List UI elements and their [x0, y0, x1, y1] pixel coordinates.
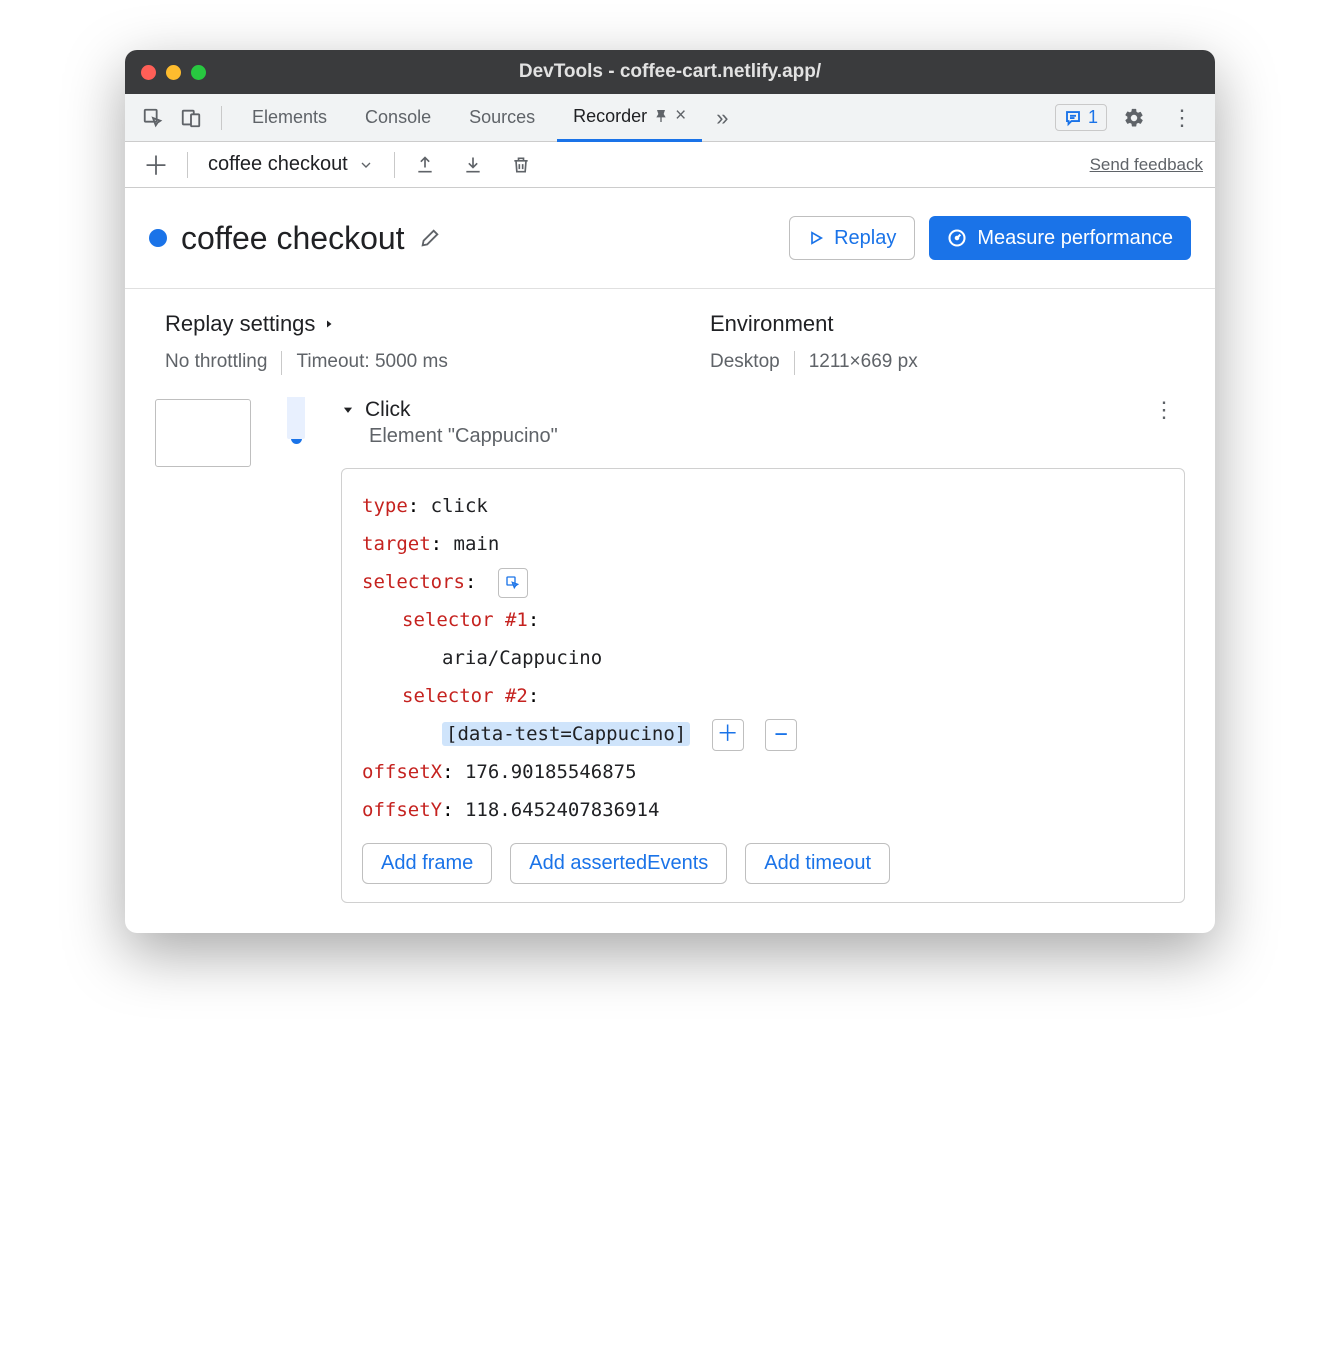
divider [281, 351, 282, 375]
inspect-icon[interactable] [137, 102, 169, 134]
caret-right-icon [323, 318, 335, 330]
device-value: Desktop [710, 351, 780, 375]
chat-icon [1064, 109, 1082, 127]
settings-row: Replay settings No throttling Timeout: 5… [125, 289, 1215, 397]
step-kebab-icon[interactable]: ⋮ [1153, 397, 1185, 423]
caret-down-icon [341, 403, 355, 417]
device-toggle-icon[interactable] [175, 102, 207, 134]
panel-tabbar: Elements Console Sources Recorder × » 1 … [125, 94, 1215, 142]
titlebar: DevTools - coffee-cart.netlify.app/ [125, 50, 1215, 94]
add-selector-icon[interactable]: ＋ [712, 719, 744, 751]
measure-label: Measure performance [977, 227, 1173, 250]
measure-performance-button[interactable]: Measure performance [929, 216, 1191, 260]
devtools-window: DevTools - coffee-cart.netlify.app/ Elem… [125, 50, 1215, 933]
tab-console[interactable]: Console [349, 94, 447, 142]
environment-settings: Environment Desktop 1211×669 px [710, 311, 1175, 375]
detail-selector-2-value[interactable]: [data-test=Cappucino] ＋ − [362, 715, 1164, 753]
issues-badge[interactable]: 1 [1055, 104, 1107, 131]
recording-header: coffee checkout Replay Measure performan… [125, 188, 1215, 289]
step-details: type: click target: main selectors: sele… [341, 468, 1185, 903]
step-thumbnail[interactable] [155, 399, 251, 467]
step-body: Click ⋮ Element "Cappucino" type: click … [341, 397, 1185, 903]
send-feedback-link[interactable]: Send feedback [1090, 155, 1203, 175]
more-tabs-icon[interactable]: » [708, 105, 736, 131]
divider [394, 152, 395, 178]
replay-label: Replay [834, 227, 896, 250]
step-subtitle: Element "Cappucino" [369, 425, 1185, 448]
tab-label: Sources [469, 107, 535, 128]
divider [221, 106, 222, 130]
tab-label: Recorder [573, 106, 647, 127]
detail-selectors[interactable]: selectors: [362, 563, 1164, 601]
window-title: DevTools - coffee-cart.netlify.app/ [125, 61, 1215, 83]
settings-icon[interactable] [1113, 107, 1155, 129]
add-frame-button[interactable]: Add frame [362, 843, 492, 884]
detail-target[interactable]: target: main [362, 525, 1164, 563]
minimize-icon[interactable] [166, 65, 181, 80]
step-title: Click [365, 398, 411, 422]
issues-count: 1 [1088, 107, 1098, 128]
replay-button[interactable]: Replay [789, 216, 915, 260]
detail-type[interactable]: type: click [362, 487, 1164, 525]
tab-label: Elements [252, 107, 327, 128]
remove-selector-icon[interactable]: − [765, 719, 797, 751]
replay-settings-heading[interactable]: Replay settings [165, 311, 630, 337]
delete-icon[interactable] [503, 155, 539, 175]
pin-icon [653, 108, 669, 124]
replay-settings: Replay settings No throttling Timeout: 5… [165, 311, 630, 375]
close-tab-icon[interactable]: × [675, 105, 686, 127]
divider [187, 152, 188, 178]
edit-title-icon[interactable] [419, 227, 441, 249]
timeout-value: Timeout: 5000 ms [296, 351, 447, 375]
tab-label: Console [365, 107, 431, 128]
detail-selector-1[interactable]: selector #1: [362, 601, 1164, 639]
detail-selector-2[interactable]: selector #2: [362, 677, 1164, 715]
chevron-down-icon [358, 157, 374, 173]
gauge-icon [947, 228, 967, 248]
import-icon[interactable] [455, 155, 491, 175]
step-action-buttons: Add frame Add assertedEvents Add timeout [362, 843, 1164, 884]
zoom-icon[interactable] [191, 65, 206, 80]
recording-title: coffee checkout [181, 220, 405, 257]
detail-offsety[interactable]: offsetY: 118.6452407836914 [362, 791, 1164, 829]
tab-recorder[interactable]: Recorder × [557, 94, 702, 142]
timeline-bar [287, 397, 305, 439]
steps-area: Click ⋮ Element "Cappucino" type: click … [125, 397, 1215, 933]
play-icon [808, 230, 824, 246]
step-header[interactable]: Click ⋮ [341, 397, 1185, 423]
tab-sources[interactable]: Sources [453, 94, 551, 142]
close-icon[interactable] [141, 65, 156, 80]
environment-heading: Environment [710, 311, 1175, 337]
divider [794, 351, 795, 375]
traffic-lights [141, 65, 206, 80]
viewport-value: 1211×669 px [809, 351, 918, 375]
detail-selector-1-value[interactable]: aria/Cappucino [362, 639, 1164, 677]
recording-select[interactable]: coffee checkout [200, 153, 382, 176]
export-icon[interactable] [407, 155, 443, 175]
recording-status-dot [149, 229, 167, 247]
new-recording-icon[interactable]: ＋ [137, 146, 175, 183]
pick-selector-icon[interactable] [498, 568, 528, 598]
throttling-value: No throttling [165, 351, 267, 375]
tab-elements[interactable]: Elements [236, 94, 343, 142]
recorder-toolbar: ＋ coffee checkout Send feedback [125, 142, 1215, 188]
kebab-menu-icon[interactable]: ⋮ [1161, 105, 1203, 131]
recording-select-label: coffee checkout [208, 153, 348, 176]
timeline [251, 397, 341, 903]
add-timeout-button[interactable]: Add timeout [745, 843, 890, 884]
detail-offsetx[interactable]: offsetX: 176.90185546875 [362, 753, 1164, 791]
add-asserted-events-button[interactable]: Add assertedEvents [510, 843, 727, 884]
